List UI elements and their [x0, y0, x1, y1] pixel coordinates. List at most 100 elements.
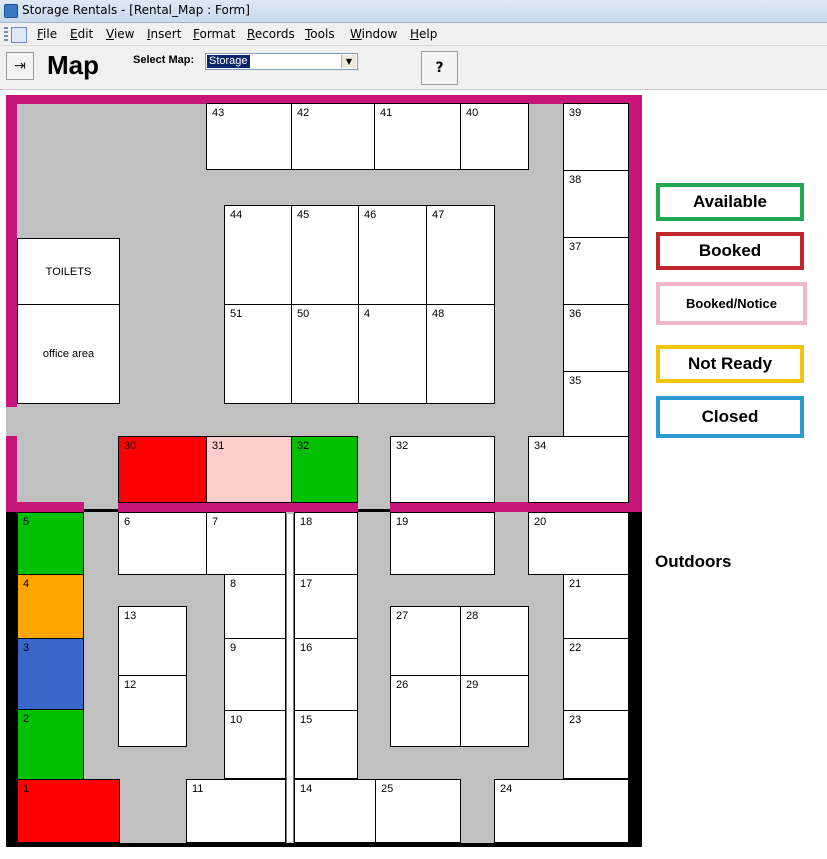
unit-27[interactable]: 27: [390, 606, 461, 676]
unit-14[interactable]: 14: [294, 779, 376, 843]
unit-12[interactable]: 12: [118, 675, 187, 747]
menu-help[interactable]: Help: [410, 27, 437, 41]
unit-number: 47: [432, 209, 445, 221]
unit-number: 43: [212, 107, 225, 119]
unit-number: 6: [124, 516, 131, 528]
map-select[interactable]: Storage ▼: [205, 53, 358, 70]
unit-number: 9: [230, 642, 237, 654]
unit-number: 40: [466, 107, 479, 119]
unit-50[interactable]: 50: [291, 304, 359, 404]
unit-number: 1: [23, 783, 30, 795]
unit-39[interactable]: 39: [563, 103, 629, 171]
unit-number: 14: [300, 783, 313, 795]
unit-number: 29: [466, 679, 479, 691]
unit-36[interactable]: 36: [563, 304, 629, 372]
unit-28[interactable]: 28: [460, 606, 529, 676]
unit-number: 48: [432, 308, 445, 320]
form-icon[interactable]: [11, 27, 27, 43]
unit-25[interactable]: 25: [375, 779, 461, 843]
unit-20[interactable]: 20: [528, 512, 629, 575]
unit-47[interactable]: 47: [426, 205, 495, 305]
outdoors-label: Outdoors: [655, 552, 732, 571]
unit-22[interactable]: 22: [563, 638, 629, 711]
unit-number: 39: [569, 107, 582, 119]
unit-number: 50: [297, 308, 310, 320]
menu-window[interactable]: Window: [350, 27, 397, 41]
unit-15[interactable]: 15: [294, 710, 358, 779]
unit-19[interactable]: 19: [390, 512, 495, 575]
unit-number: 27: [396, 610, 409, 622]
unit-34[interactable]: 34: [528, 436, 629, 503]
unit-24[interactable]: 24: [494, 779, 629, 843]
unit-29[interactable]: 29: [460, 675, 529, 747]
unit-5[interactable]: 5: [17, 512, 84, 575]
unit-7[interactable]: 7: [206, 512, 286, 575]
menu-records[interactable]: Records: [247, 27, 295, 41]
unit-number: 5: [23, 516, 30, 528]
legend-label: Closed: [701, 407, 759, 426]
unit-26[interactable]: 26: [390, 675, 461, 747]
unit-46[interactable]: 46: [358, 205, 427, 305]
wall-divider-3: [390, 502, 629, 512]
unit-48[interactable]: 48: [426, 304, 495, 404]
unit-6[interactable]: 6: [118, 512, 207, 575]
unit-number: 21: [569, 578, 582, 590]
legend-booked-notice: Booked/Notice: [656, 282, 807, 325]
menu-file[interactable]: File: [37, 27, 57, 41]
menu-edit[interactable]: Edit: [70, 27, 93, 41]
office-label: office area: [42, 348, 95, 360]
exit-button[interactable]: ⇥: [6, 52, 34, 80]
unit-number: 19: [396, 516, 409, 528]
unit-38[interactable]: 38: [563, 170, 629, 238]
menu-format[interactable]: Format: [193, 27, 235, 41]
wall-divider-1: [17, 502, 84, 512]
unit-number: 38: [569, 174, 582, 186]
window-title: Storage Rentals - [Rental_Map : Form]: [22, 3, 250, 17]
unit-9[interactable]: 9: [224, 638, 286, 711]
unit-number: 31: [212, 440, 225, 452]
unit-35[interactable]: 35: [563, 371, 629, 437]
unit-21[interactable]: 21: [563, 574, 629, 639]
unit-4-indoor[interactable]: 4: [358, 304, 427, 404]
unit-30[interactable]: 30: [118, 436, 207, 503]
unit-37[interactable]: 37: [563, 237, 629, 305]
unit-45[interactable]: 45: [291, 205, 359, 305]
app-icon: [4, 4, 18, 18]
wall-left-lower: [6, 436, 17, 514]
unit-11[interactable]: 11: [186, 779, 286, 843]
storage-map: TOILETS office area 43 42 41 40 39 38 37…: [0, 90, 827, 859]
unit-23[interactable]: 23: [563, 710, 629, 779]
unit-43[interactable]: 43: [206, 103, 292, 170]
unit-31[interactable]: 31: [206, 436, 292, 503]
unit-1[interactable]: 1: [17, 779, 120, 843]
unit-40[interactable]: 40: [460, 103, 529, 170]
unit-8[interactable]: 8: [224, 574, 286, 639]
unit-4[interactable]: 4: [17, 574, 84, 639]
outdoor-wall-bottom: [6, 843, 642, 847]
unit-16[interactable]: 16: [294, 638, 358, 711]
help-button[interactable]: ?: [421, 51, 458, 85]
corridor-divider: [286, 514, 294, 842]
unit-10[interactable]: 10: [224, 710, 286, 779]
unit-number: 15: [300, 714, 313, 726]
unit-2[interactable]: 2: [17, 709, 84, 780]
unit-42[interactable]: 42: [291, 103, 375, 170]
chevron-down-icon[interactable]: ▼: [341, 55, 356, 68]
unit-number: 46: [364, 209, 377, 221]
legend-available: Available: [656, 183, 804, 221]
unit-41[interactable]: 41: [374, 103, 461, 170]
unit-13[interactable]: 13: [118, 606, 187, 676]
wall-left-upper: [6, 95, 17, 407]
unit-number: 42: [297, 107, 310, 119]
unit-3[interactable]: 3: [17, 638, 84, 710]
unit-17[interactable]: 17: [294, 574, 358, 639]
menu-insert[interactable]: Insert: [147, 27, 181, 41]
menu-tools[interactable]: Tools: [305, 27, 335, 41]
menu-view[interactable]: View: [106, 27, 134, 41]
unit-44[interactable]: 44: [224, 205, 292, 305]
unit-32[interactable]: 32: [390, 436, 495, 503]
unit-number: 17: [300, 578, 313, 590]
unit-32-green[interactable]: 32: [291, 436, 358, 503]
unit-51[interactable]: 51: [224, 304, 292, 404]
unit-18[interactable]: 18: [294, 512, 358, 575]
